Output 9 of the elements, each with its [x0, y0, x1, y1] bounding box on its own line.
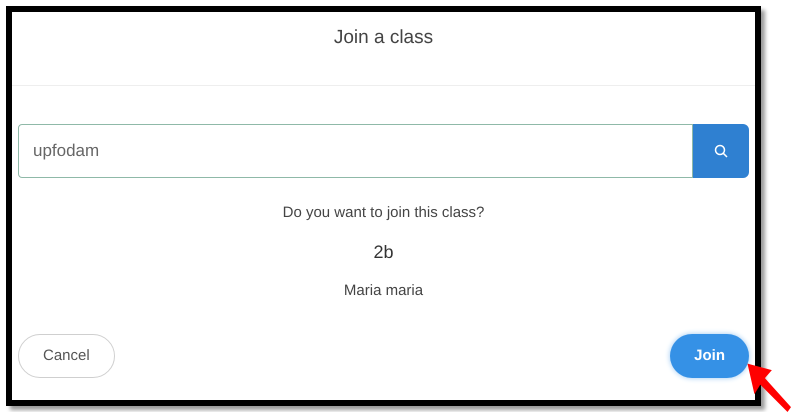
search-button[interactable] [693, 124, 749, 178]
cancel-button[interactable]: Cancel [18, 334, 115, 378]
teacher-name: Maria maria [344, 280, 424, 300]
join-button[interactable]: Join [670, 334, 749, 378]
class-name: 2b [373, 240, 394, 264]
dialog-title: Join a class [334, 26, 434, 50]
search-icon [714, 144, 728, 158]
join-prompt: Do you want to join this class? [282, 203, 484, 223]
search-field[interactable]: upfodam [18, 124, 693, 178]
